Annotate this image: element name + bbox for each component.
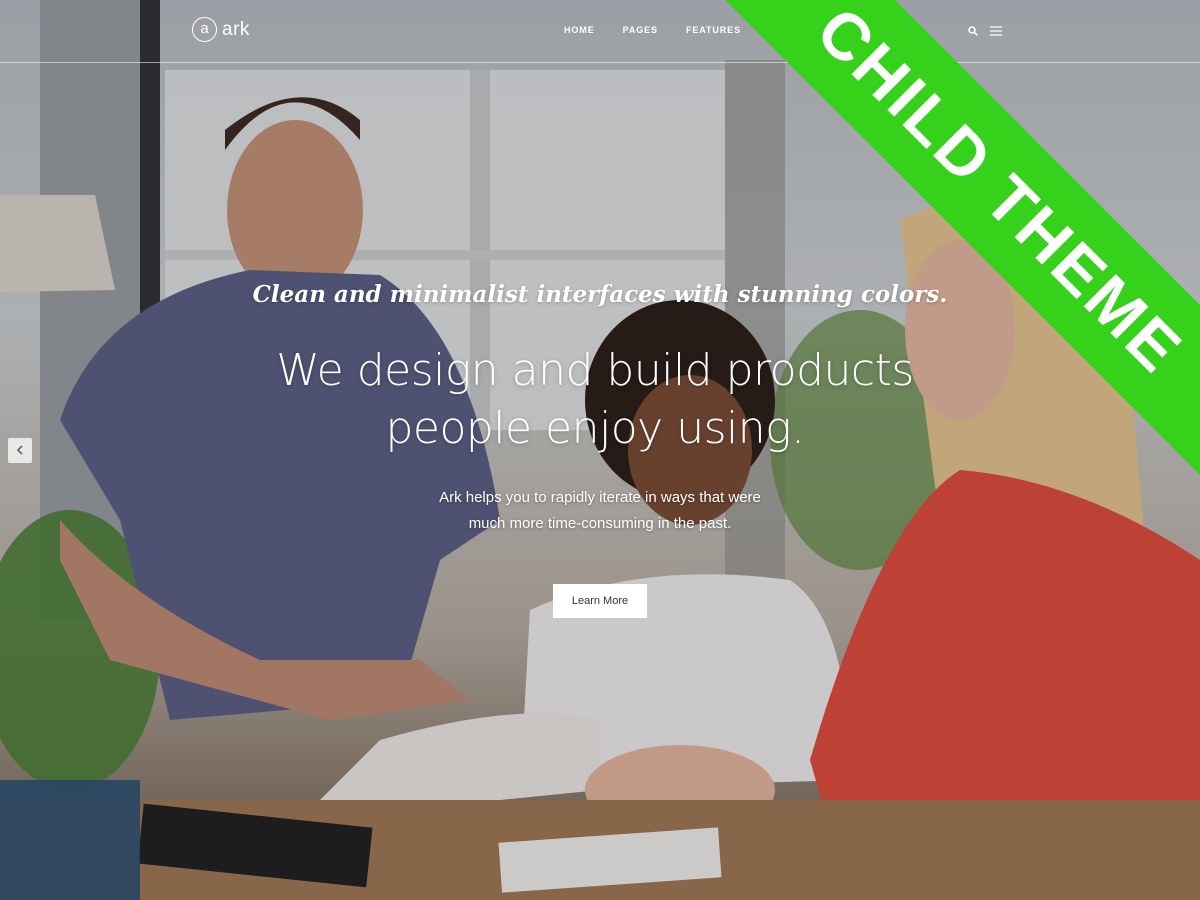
hamburger-menu-icon[interactable] [990, 23, 1002, 41]
hero-headline: We design and build products people enjo… [200, 342, 990, 458]
hero-subtext-line-1: Ark helps you to rapidly iterate in ways… [439, 489, 761, 506]
hero-subtext-line-2: much more time-consuming in the past. [468, 515, 732, 532]
search-icon[interactable] [968, 23, 978, 41]
chevron-left-icon [16, 442, 24, 460]
learn-more-button[interactable]: Learn More [553, 584, 647, 618]
nav-item-features[interactable]: FEATURES [686, 25, 741, 35]
slider-prev-button[interactable] [8, 438, 32, 463]
nav-item-pages[interactable]: PAGES [623, 25, 658, 35]
hero-headline-line-1: We design and build products [276, 345, 914, 396]
logo-text: ark [222, 18, 250, 40]
logo-mark: a [192, 17, 217, 42]
main-nav: HOME PAGES FEATURES [564, 25, 741, 35]
header-actions [968, 23, 1002, 41]
hero-tagline: Clean and minimalist interfaces with stu… [252, 281, 948, 308]
hero-subtext: Ark helps you to rapidly iterate in ways… [380, 485, 820, 537]
site-header: a ark HOME PAGES FEATURES [0, 0, 1200, 63]
nav-item-home[interactable]: HOME [564, 25, 595, 35]
site-logo[interactable]: a ark [192, 17, 250, 42]
hero-headline-line-2: people enjoy using. [385, 403, 805, 454]
